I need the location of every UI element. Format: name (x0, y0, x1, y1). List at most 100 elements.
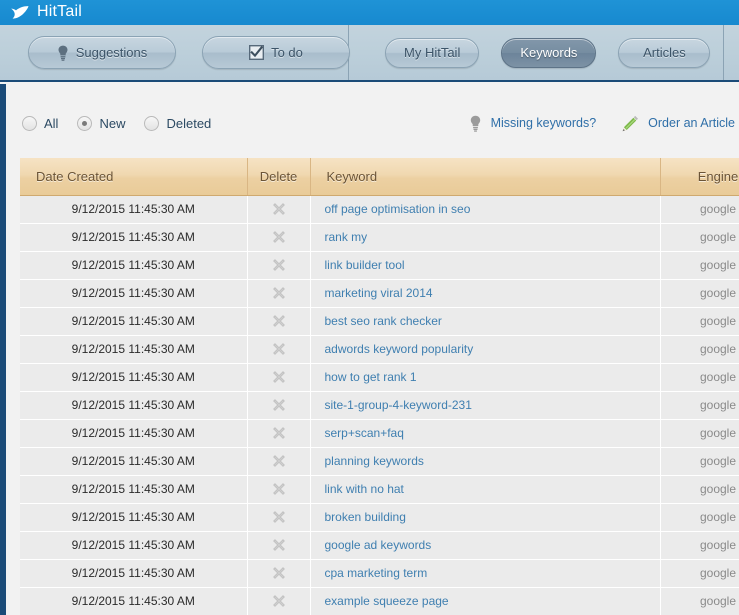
missing-keywords-link[interactable]: Missing keywords? (469, 115, 596, 132)
brand-name: HitTail (37, 3, 82, 20)
checkbox-checked-icon (249, 44, 265, 61)
keywords-table: Date Created Delete Keyword Engine 9/12/… (20, 158, 739, 615)
keyword-link[interactable]: marketing viral 2014 (325, 286, 433, 300)
cell-date-created: 9/12/2015 11:45:30 AM (20, 307, 248, 336)
keyword-link[interactable]: serp+scan+faq (325, 426, 404, 440)
cell-delete (247, 307, 311, 336)
todo-button[interactable]: To do (202, 36, 350, 69)
tail-swoosh-icon (10, 4, 30, 22)
radio-deleted-indicator (144, 115, 160, 131)
cell-date-created: 9/12/2015 11:45:30 AM (20, 419, 248, 448)
table-row: 9/12/2015 11:45:30 AM rank my google (20, 223, 739, 252)
tab-keywords[interactable]: Keywords (501, 37, 597, 68)
keywords-table-body: 9/12/2015 11:45:30 AM off page optimisati… (20, 195, 739, 615)
cell-delete (247, 363, 311, 392)
cell-delete (247, 587, 311, 615)
table-row: 9/12/2015 11:45:30 AM serp+scan+faq google (20, 419, 739, 448)
content-area: All New Deleted Missing keywords? Order … (0, 84, 739, 615)
suggestions-button-label: Suggestions (75, 45, 148, 60)
keyword-link[interactable]: google ad keywords (325, 538, 432, 552)
x-delete-icon[interactable] (272, 594, 286, 608)
todo-button-label: To do (271, 45, 303, 60)
keyword-link[interactable]: link builder tool (325, 258, 405, 272)
cell-date-created: 9/12/2015 11:45:30 AM (20, 251, 248, 280)
cell-keyword: cpa marketing term (310, 559, 661, 588)
keyword-link[interactable]: best seo rank checker (325, 314, 442, 328)
cell-delete (247, 531, 311, 560)
table-row: 9/12/2015 11:45:30 AM adwords keyword pop… (20, 335, 739, 364)
table-row: 9/12/2015 11:45:30 AM example squeeze pag… (20, 587, 739, 615)
cell-date-created: 9/12/2015 11:45:30 AM (20, 447, 248, 476)
cell-engine: google (660, 335, 739, 364)
keyword-link[interactable]: example squeeze page (325, 594, 449, 608)
tab-my-hittail[interactable]: My HitTail (385, 37, 480, 68)
tab-articles[interactable]: Articles (618, 37, 711, 68)
cell-date-created: 9/12/2015 11:45:30 AM (20, 531, 248, 560)
order-an-article-link[interactable]: Order an Article (622, 115, 735, 132)
x-delete-icon[interactable] (272, 286, 286, 300)
keyword-link[interactable]: link with no hat (325, 482, 404, 496)
cell-delete (247, 251, 311, 280)
keyword-link[interactable]: off page optimisation in seo (325, 202, 471, 216)
cell-date-created: 9/12/2015 11:45:30 AM (20, 363, 248, 392)
column-header-engine[interactable]: Engine (660, 158, 739, 196)
x-delete-icon[interactable] (272, 398, 286, 412)
pencil-icon (622, 115, 639, 132)
cell-delete (247, 419, 311, 448)
cell-engine: google (660, 223, 739, 252)
radio-all[interactable]: All (22, 115, 58, 131)
lightbulb-icon (469, 115, 482, 132)
keyword-link[interactable]: adwords keyword popularity (325, 342, 474, 356)
toolbar-left-group: Suggestions To do (0, 25, 350, 80)
cell-date-created: 9/12/2015 11:45:30 AM (20, 279, 248, 308)
cell-engine: google (660, 419, 739, 448)
cell-keyword: rank my (310, 223, 661, 252)
table-row: 9/12/2015 11:45:30 AM link with no hat goo… (20, 475, 739, 504)
x-delete-icon[interactable] (272, 426, 286, 440)
x-delete-icon[interactable] (272, 230, 286, 244)
status-filter-group: All New Deleted (6, 115, 211, 131)
x-delete-icon[interactable] (272, 342, 286, 356)
cell-keyword: link with no hat (310, 475, 661, 504)
cell-delete (247, 475, 311, 504)
cell-delete (247, 279, 311, 308)
table-row: 9/12/2015 11:45:30 AM site-1-group-4-keyw… (20, 391, 739, 420)
x-delete-icon[interactable] (272, 370, 286, 384)
x-delete-icon[interactable] (272, 566, 286, 580)
keyword-link[interactable]: how to get rank 1 (325, 370, 417, 384)
cell-engine: google (660, 391, 739, 420)
table-row: 9/12/2015 11:45:30 AM off page optimisati… (20, 195, 739, 224)
cell-keyword: link builder tool (310, 251, 661, 280)
suggestions-button[interactable]: Suggestions (28, 36, 176, 69)
cell-engine: google (660, 587, 739, 615)
cell-engine: google (660, 279, 739, 308)
tab-keywords-label: Keywords (520, 45, 578, 60)
keyword-link[interactable]: broken building (325, 510, 406, 524)
keyword-link[interactable]: planning keywords (325, 454, 424, 468)
radio-new[interactable]: New (77, 115, 125, 131)
radio-deleted[interactable]: Deleted (144, 115, 211, 131)
table-row: 9/12/2015 11:45:30 AM planning keywords go… (20, 447, 739, 476)
x-delete-icon[interactable] (272, 314, 286, 328)
cell-engine: google (660, 531, 739, 560)
cell-date-created: 9/12/2015 11:45:30 AM (20, 223, 248, 252)
column-header-keyword[interactable]: Keyword (310, 158, 661, 196)
cell-date-created: 9/12/2015 11:45:30 AM (20, 559, 248, 588)
cell-engine: google (660, 251, 739, 280)
x-delete-icon[interactable] (272, 258, 286, 272)
cell-date-created: 9/12/2015 11:45:30 AM (20, 475, 248, 504)
radio-new-indicator (77, 115, 93, 131)
table-row: 9/12/2015 11:45:30 AM link builder tool go… (20, 251, 739, 280)
column-header-delete[interactable]: Delete (247, 158, 311, 196)
x-delete-icon[interactable] (272, 510, 286, 524)
keyword-link[interactable]: site-1-group-4-keyword-231 (325, 398, 472, 412)
column-header-date-created[interactable]: Date Created (20, 158, 248, 196)
cell-keyword: broken building (310, 503, 661, 532)
x-delete-icon[interactable] (272, 202, 286, 216)
x-delete-icon[interactable] (272, 482, 286, 496)
keyword-link[interactable]: rank my (325, 230, 368, 244)
x-delete-icon[interactable] (272, 538, 286, 552)
cell-keyword: marketing viral 2014 (310, 279, 661, 308)
x-delete-icon[interactable] (272, 454, 286, 468)
keyword-link[interactable]: cpa marketing term (325, 566, 428, 580)
